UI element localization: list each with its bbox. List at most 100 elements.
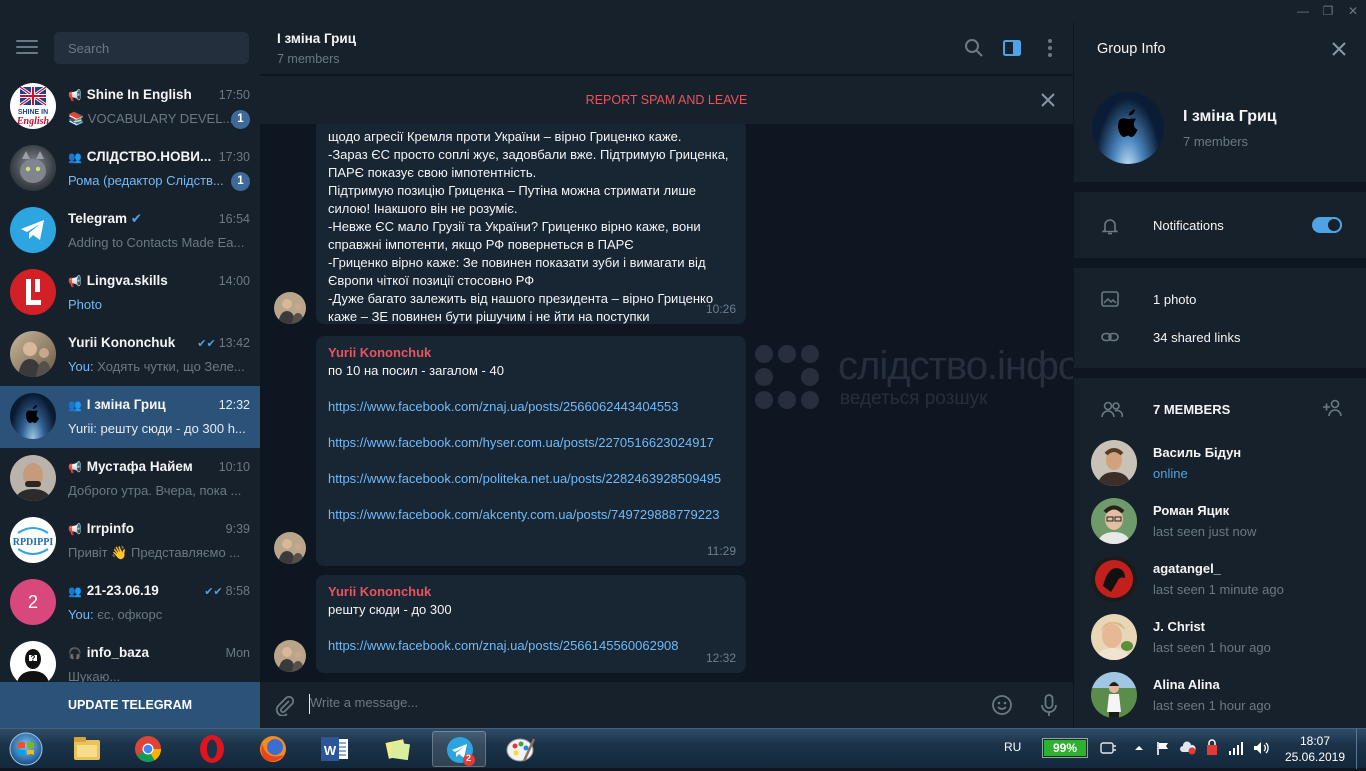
member-item[interactable]: Василь Бідун online bbox=[1074, 440, 1366, 498]
action-center-flag-icon[interactable] bbox=[1155, 740, 1171, 756]
update-telegram-button[interactable]: UPDATE TELEGRAM bbox=[0, 682, 260, 728]
shared-links-link[interactable]: 34 shared links bbox=[1153, 330, 1240, 345]
message-author[interactable]: Yurii Kononchuk bbox=[328, 344, 734, 362]
megaphone-icon: 📢 bbox=[68, 90, 82, 102]
sender-avatar[interactable] bbox=[274, 532, 306, 564]
message-text: решту сюди - до 300 bbox=[328, 602, 452, 617]
emoji-icon[interactable] bbox=[991, 694, 1013, 716]
minimize-button[interactable]: — bbox=[1293, 3, 1313, 19]
power-plug-icon[interactable] bbox=[1098, 740, 1118, 756]
message-author[interactable]: Yurii Kononchuk bbox=[328, 583, 734, 601]
chat-item-irrpinfo[interactable]: RPDIPPI 📢 Irrpinfo 9:39 Привіт 👋 Представ… bbox=[0, 510, 260, 572]
chat-item-mustafa-nayem[interactable]: 📢 Мустафа Найем 10:10 Доброго утра. Вчера… bbox=[0, 448, 260, 510]
security-icon[interactable] bbox=[1204, 739, 1220, 757]
report-spam-bar: REPORT SPAM AND LEAVE bbox=[260, 76, 1073, 124]
chat-name: Yurii Kononchuk bbox=[68, 335, 176, 350]
telegram-taskbar-badge: 2 bbox=[466, 753, 472, 763]
chat-preview: Photo bbox=[68, 297, 102, 312]
hamburger-menu-icon[interactable] bbox=[16, 40, 38, 56]
chat-item-i-zmina-hryts[interactable]: 👥 І зміна Гриц 12:32 Yurii: решту сюди - … bbox=[0, 386, 260, 448]
show-hidden-icons-icon[interactable] bbox=[1133, 742, 1145, 754]
chat-item-telegram[interactable]: Telegram ✔ 16:54 Adding to Contacts Made… bbox=[0, 200, 260, 262]
chat-item-slidstvo[interactable]: 👥 СЛІДСТВО.НОВИ... 17:30 Рома (редактор С… bbox=[0, 138, 260, 200]
sender-avatar[interactable] bbox=[274, 640, 306, 672]
group-name: І зміна Гриц bbox=[1183, 108, 1277, 125]
clock[interactable]: 18:07 25.06.2019 bbox=[1280, 733, 1350, 765]
taskbar-chrome-icon[interactable] bbox=[121, 731, 175, 767]
message-link[interactable]: https://www.facebook.com/akcenty.com.ua/… bbox=[328, 506, 734, 524]
member-status: last seen 1 hour ago bbox=[1153, 640, 1271, 655]
attach-icon[interactable] bbox=[273, 694, 295, 716]
chat-item-yurii-kononchuk[interactable]: Yurii Kononchuk ✔✔ 13:42 You: Ходять чутк… bbox=[0, 324, 260, 386]
member-item[interactable]: J. Christ last seen 1 hour ago bbox=[1074, 614, 1366, 672]
member-item[interactable]: agatangel_ last seen 1 minute ago bbox=[1074, 556, 1366, 614]
unread-badge: 1 bbox=[231, 172, 250, 191]
chat-preview: Рома (редактор Слідств... bbox=[68, 173, 224, 188]
clock-date: 25.06.2019 bbox=[1284, 750, 1346, 764]
chat-item-lingva-skills[interactable]: 📢 Lingva.skills 14:00 Photo bbox=[0, 262, 260, 324]
avatar bbox=[10, 145, 56, 191]
sidebar-toggle-icon[interactable] bbox=[1001, 37, 1023, 59]
member-item[interactable]: Роман Яцик last seen just now bbox=[1074, 498, 1366, 556]
close-window-button[interactable]: ✕ bbox=[1343, 3, 1363, 19]
microphone-icon[interactable] bbox=[1038, 693, 1060, 717]
message-input[interactable]: Write a message... bbox=[310, 695, 418, 710]
photo-icon bbox=[1101, 291, 1119, 307]
taskbar-word-icon[interactable]: W bbox=[308, 731, 362, 767]
network-cloud-icon[interactable] bbox=[1179, 740, 1197, 756]
add-member-icon[interactable] bbox=[1321, 398, 1345, 418]
close-icon[interactable] bbox=[1039, 91, 1057, 109]
chat-list: SHINE IN English 📢 Shine In English 17:50 … bbox=[0, 76, 260, 696]
message-link[interactable]: https://www.facebook.com/hyser.com.ua/po… bbox=[328, 434, 734, 452]
more-options-icon[interactable] bbox=[1039, 37, 1061, 59]
message-bubble: Yurii Kononchuk по 10 на посил - загалом… bbox=[316, 336, 746, 566]
maximize-button[interactable]: ❐ bbox=[1318, 3, 1338, 19]
chat-item-shine-in-english[interactable]: SHINE IN English 📢 Shine In English 17:50 … bbox=[0, 76, 260, 138]
chat-name: 🎧 info_baza bbox=[68, 645, 149, 660]
taskbar-explorer-icon[interactable] bbox=[60, 731, 114, 767]
show-desktop-button[interactable] bbox=[1356, 729, 1366, 769]
group-info-title: Group Info bbox=[1097, 41, 1166, 57]
signal-icon[interactable] bbox=[1228, 740, 1244, 756]
chat-header[interactable]: І зміна Гриц 7 members bbox=[260, 22, 1073, 75]
chat-time: 17:50 bbox=[218, 88, 250, 102]
taskbar-opera-icon[interactable] bbox=[185, 731, 239, 767]
language-indicator[interactable]: RU bbox=[1004, 740, 1021, 754]
message-history[interactable]: щодо агресії Кремля проти України – вірн… bbox=[260, 124, 1073, 682]
svg-text:RPDIPPI: RPDIPPI bbox=[13, 537, 54, 548]
search-icon[interactable] bbox=[963, 37, 985, 59]
taskbar-notes-icon[interactable] bbox=[370, 731, 424, 767]
battery-percent: 99% bbox=[1052, 741, 1078, 755]
avatar: 2 bbox=[10, 579, 56, 625]
notifications-toggle[interactable] bbox=[1312, 217, 1342, 233]
message-line: -Гриценко вірно каже: Зе повинен показат… bbox=[328, 255, 706, 288]
message-link[interactable]: https://www.facebook.com/znaj.ua/posts/2… bbox=[328, 398, 734, 416]
chat-time: Mon bbox=[225, 646, 250, 660]
volume-icon[interactable] bbox=[1252, 740, 1270, 756]
report-spam-button[interactable]: REPORT SPAM AND LEAVE bbox=[586, 93, 748, 107]
avatar bbox=[10, 207, 56, 253]
shared-photos-link[interactable]: 1 photo bbox=[1153, 292, 1196, 307]
chat-sidebar: Search SHINE IN English 📢 Shine In English… bbox=[0, 22, 260, 728]
start-button[interactable] bbox=[4, 731, 48, 767]
chat-item-21-23-06-19[interactable]: 2 👥 21-23.06.19 ✔✔ 8:58 You: єс, офкорс bbox=[0, 572, 260, 634]
taskbar-telegram-icon[interactable]: 2 bbox=[432, 731, 486, 767]
member-item[interactable]: Alina Alina last seen 1 hour ago bbox=[1074, 672, 1366, 730]
chat-name: 👥 І зміна Гриц bbox=[68, 397, 166, 412]
group-avatar[interactable] bbox=[1092, 92, 1164, 164]
battery-indicator[interactable]: 99% bbox=[1042, 738, 1088, 758]
member-status: online bbox=[1153, 466, 1188, 481]
message-time: 10:26 bbox=[705, 302, 736, 316]
taskbar-firefox-icon[interactable] bbox=[246, 731, 300, 767]
taskbar-paint-icon[interactable] bbox=[494, 731, 548, 767]
chat-time: 10:10 bbox=[218, 460, 250, 474]
avatar bbox=[1091, 614, 1137, 660]
search-input[interactable]: Search bbox=[54, 32, 249, 64]
svg-text:?: ? bbox=[31, 654, 36, 663]
notifications-label: Notifications bbox=[1153, 218, 1224, 233]
member-name: Alina Alina bbox=[1153, 677, 1220, 692]
sender-avatar[interactable] bbox=[274, 292, 306, 324]
close-icon[interactable] bbox=[1330, 40, 1348, 58]
message-link[interactable]: https://www.facebook.com/politeka.net.ua… bbox=[328, 470, 734, 488]
message-link[interactable]: https://www.facebook.com/znaj.ua/posts/2… bbox=[328, 637, 734, 655]
